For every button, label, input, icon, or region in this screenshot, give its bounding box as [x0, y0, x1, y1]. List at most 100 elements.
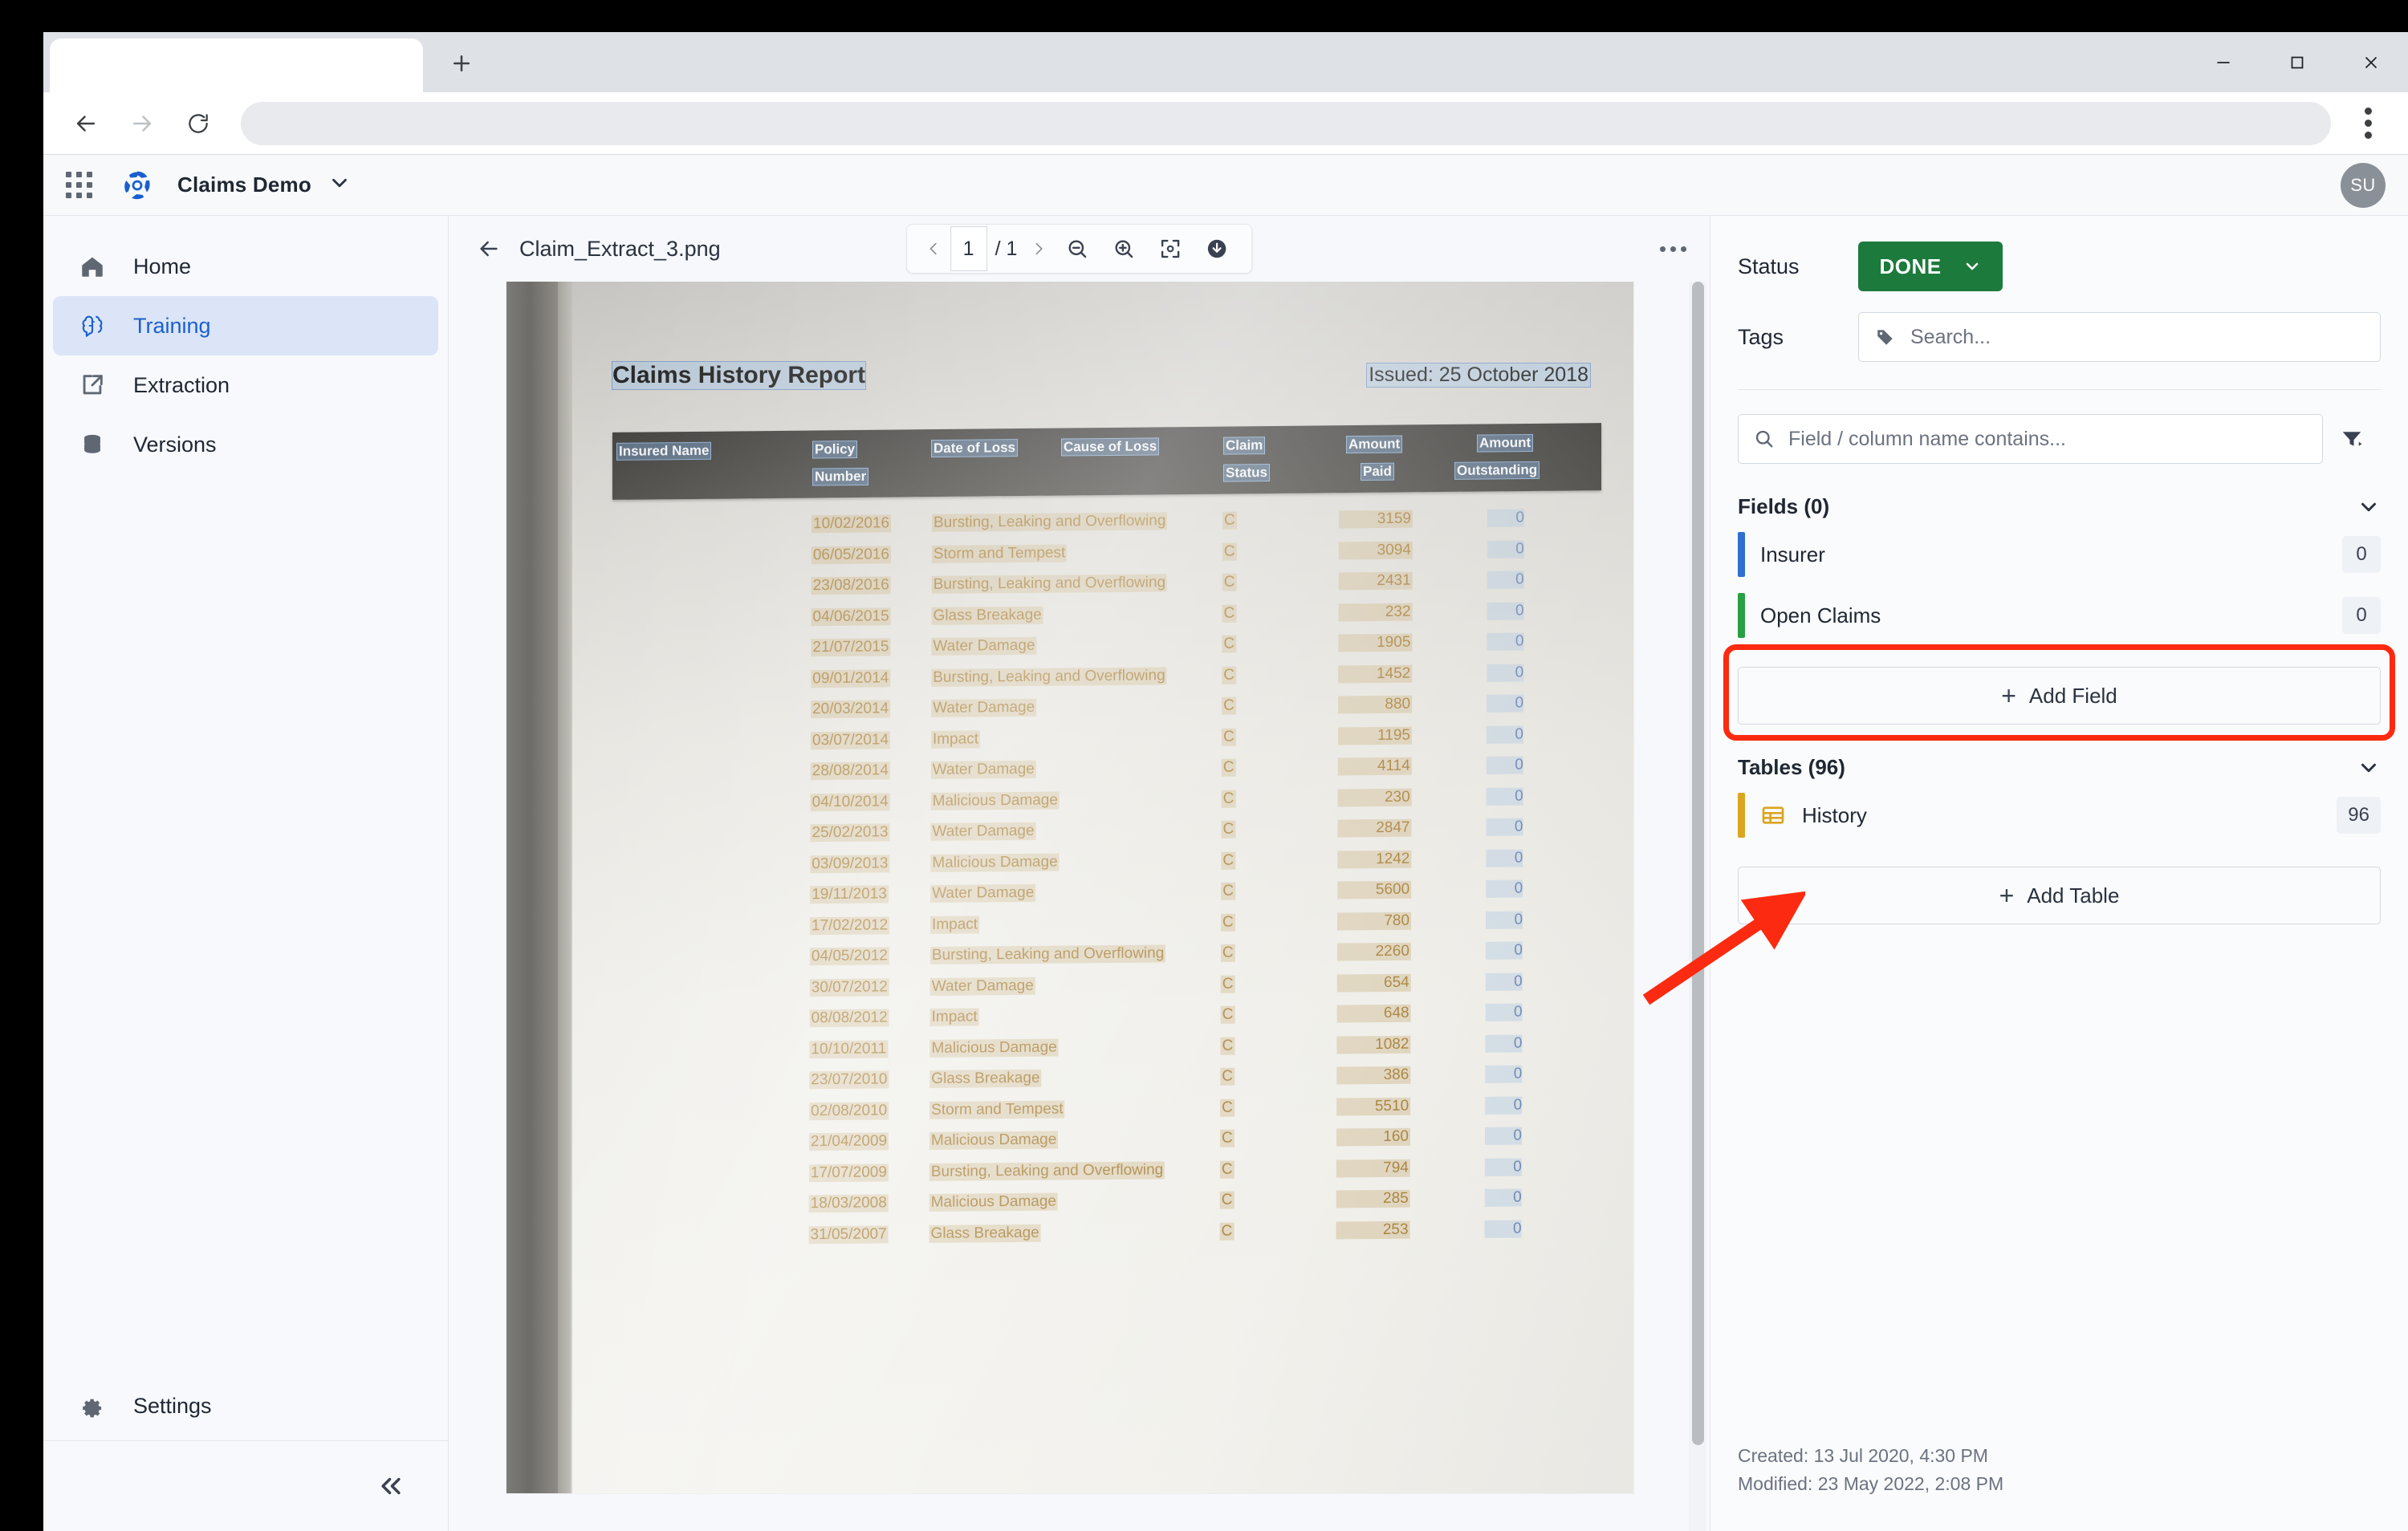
cell-cause-of-loss: Glass Breakage: [931, 606, 1043, 625]
tags-input[interactable]: Search...: [1858, 312, 2381, 362]
field-row-open-claims[interactable]: Open Claims 0: [1738, 585, 2381, 646]
sidebar-collapse-button[interactable]: [43, 1441, 448, 1531]
cell-cause-of-loss: Bursting, Leaking and Overflowing: [929, 944, 1166, 964]
database-icon: [79, 431, 116, 458]
new-tab-button[interactable]: [434, 36, 489, 91]
table-color-bar: [1738, 793, 1745, 838]
cell-cause-of-loss: Water Damage: [931, 698, 1037, 717]
cell-date-of-loss: 28/08/2014: [810, 761, 890, 781]
sidebar-item-settings[interactable]: Settings: [43, 1372, 448, 1441]
cell-amount-paid: 386: [1336, 1066, 1411, 1085]
cell-date-of-loss: 21/04/2009: [809, 1132, 889, 1151]
sidebar-settings-label: Settings: [133, 1394, 212, 1418]
tables-section-header[interactable]: Tables (96): [1738, 755, 2381, 780]
project-switcher-button[interactable]: [327, 171, 352, 199]
fit-to-screen-button[interactable]: [1147, 237, 1194, 261]
cell-claim-status: C: [1220, 1129, 1235, 1147]
cell-date-of-loss: 19/11/2013: [810, 885, 889, 904]
viewer-scrollbar[interactable]: [1689, 282, 1706, 1531]
add-field-button[interactable]: + Add Field: [1738, 667, 2381, 725]
browser-tab[interactable]: [50, 39, 423, 92]
field-color-bar: [1738, 593, 1745, 638]
field-name: Insurer: [1760, 542, 1825, 567]
page-edge-shadow: [506, 282, 558, 1493]
more-options-icon: [1660, 246, 1666, 252]
gear-icon: [79, 1394, 116, 1419]
status-label: Status: [1738, 254, 1800, 278]
cell-amount-paid: 232: [1338, 603, 1413, 621]
sidebar-item-extraction[interactable]: Extraction: [53, 355, 438, 415]
forward-button[interactable]: [117, 99, 167, 148]
cell-cause-of-loss: Malicious Damage: [930, 853, 1060, 872]
document-issued: Issued: 25 October 2018: [1366, 363, 1591, 388]
cell-amount-paid: 3159: [1339, 510, 1413, 529]
add-table-button[interactable]: + Add Table: [1738, 867, 2381, 924]
cell-date-of-loss: 18/03/2008: [808, 1194, 889, 1213]
browser-tabstrip: [43, 32, 2408, 92]
sidebar-item-home[interactable]: Home: [53, 237, 438, 296]
reload-button[interactable]: [173, 99, 223, 148]
back-button[interactable]: [61, 99, 111, 148]
field-count: 0: [2342, 536, 2381, 573]
cell-cause-of-loss: Glass Breakage: [929, 1224, 1041, 1243]
cell-date-of-loss: 10/10/2011: [809, 1039, 889, 1058]
field-search-input[interactable]: Field / column name contains...: [1738, 414, 2323, 464]
chevron-down-icon: [332, 178, 347, 188]
cell-amount-paid: 648: [1336, 1004, 1411, 1023]
cell-cause-of-loss: Malicious Damage: [929, 1038, 1059, 1058]
filter-button[interactable]: [2323, 427, 2381, 451]
cell-amount-outstanding: 0: [1487, 632, 1524, 651]
field-row-insurer[interactable]: Insurer 0: [1738, 524, 2381, 585]
back-arrow-icon: [76, 115, 96, 132]
cell-amount-paid: 780: [1337, 912, 1412, 930]
forward-arrow-icon: [132, 115, 152, 132]
created-timestamp: Created: 13 Jul 2020, 4:30 PM: [1738, 1444, 1988, 1466]
close-button[interactable]: [2334, 32, 2408, 92]
cell-amount-outstanding: 0: [1486, 756, 1523, 774]
grid-apps-icon[interactable]: [66, 172, 92, 198]
chevron-down-icon[interactable]: [2357, 756, 2381, 780]
browser-menu-button[interactable]: [2345, 99, 2390, 148]
table-row-history[interactable]: History 96: [1738, 785, 2381, 846]
download-button[interactable]: [1194, 237, 1240, 261]
cell-date-of-loss: 23/08/2016: [811, 576, 891, 595]
sidebar-item-versions[interactable]: Versions: [53, 415, 438, 474]
fields-section-header[interactable]: Fields (0): [1738, 494, 2381, 519]
viewer-scrollbar-thumb[interactable]: [1692, 282, 1704, 1445]
sidebar-item-training[interactable]: Training: [53, 296, 438, 355]
address-bar[interactable]: [241, 101, 2331, 145]
cell-cause-of-loss: Storm and Tempest: [931, 543, 1068, 563]
cell-date-of-loss: 17/02/2012: [810, 916, 890, 935]
document-name: Claim_Extract_3.png: [519, 236, 721, 261]
zoom-in-button[interactable]: [1100, 237, 1147, 261]
avatar[interactable]: SU: [2341, 162, 2386, 208]
add-field-container: + Add Field: [1723, 644, 2395, 741]
maximize-button[interactable]: [2260, 32, 2334, 92]
next-page-button[interactable]: [1023, 240, 1054, 258]
cell-amount-outstanding: 0: [1486, 818, 1523, 836]
column-header-claim: Claim: [1222, 437, 1266, 455]
minimize-button[interactable]: [2186, 32, 2260, 92]
fit-to-screen-icon: [1161, 239, 1180, 258]
project-name[interactable]: Claims Demo: [177, 173, 311, 197]
cell-claim-status: C: [1221, 851, 1236, 870]
tags-label: Tags: [1738, 324, 1784, 349]
document-more-options-button[interactable]: [1658, 246, 1689, 252]
add-field-label: Add Field: [2028, 683, 2117, 708]
document-page-photo[interactable]: Claims History Report Issued: 25 October…: [506, 282, 1633, 1493]
cell-date-of-loss: 21/07/2015: [811, 638, 891, 657]
chevron-down-icon[interactable]: [2357, 495, 2381, 519]
column-header-insured-name: Insured Name: [616, 441, 712, 461]
cell-claim-status: C: [1220, 1005, 1235, 1024]
page-number-input[interactable]: 1: [950, 226, 987, 271]
plus-icon: +: [2001, 680, 2016, 710]
status-badge[interactable]: DONE: [1858, 242, 2003, 291]
zoom-out-button[interactable]: [1054, 237, 1100, 261]
cell-claim-status: C: [1220, 1037, 1235, 1055]
cell-claim-status: C: [1222, 511, 1237, 530]
previous-page-button[interactable]: [918, 240, 949, 258]
viewer-back-button[interactable]: [476, 236, 502, 262]
column-header-cause-of-loss: Cause of Loss: [1060, 437, 1160, 457]
cell-amount-paid: 4114: [1337, 757, 1412, 776]
cell-amount-outstanding: 0: [1487, 663, 1524, 682]
